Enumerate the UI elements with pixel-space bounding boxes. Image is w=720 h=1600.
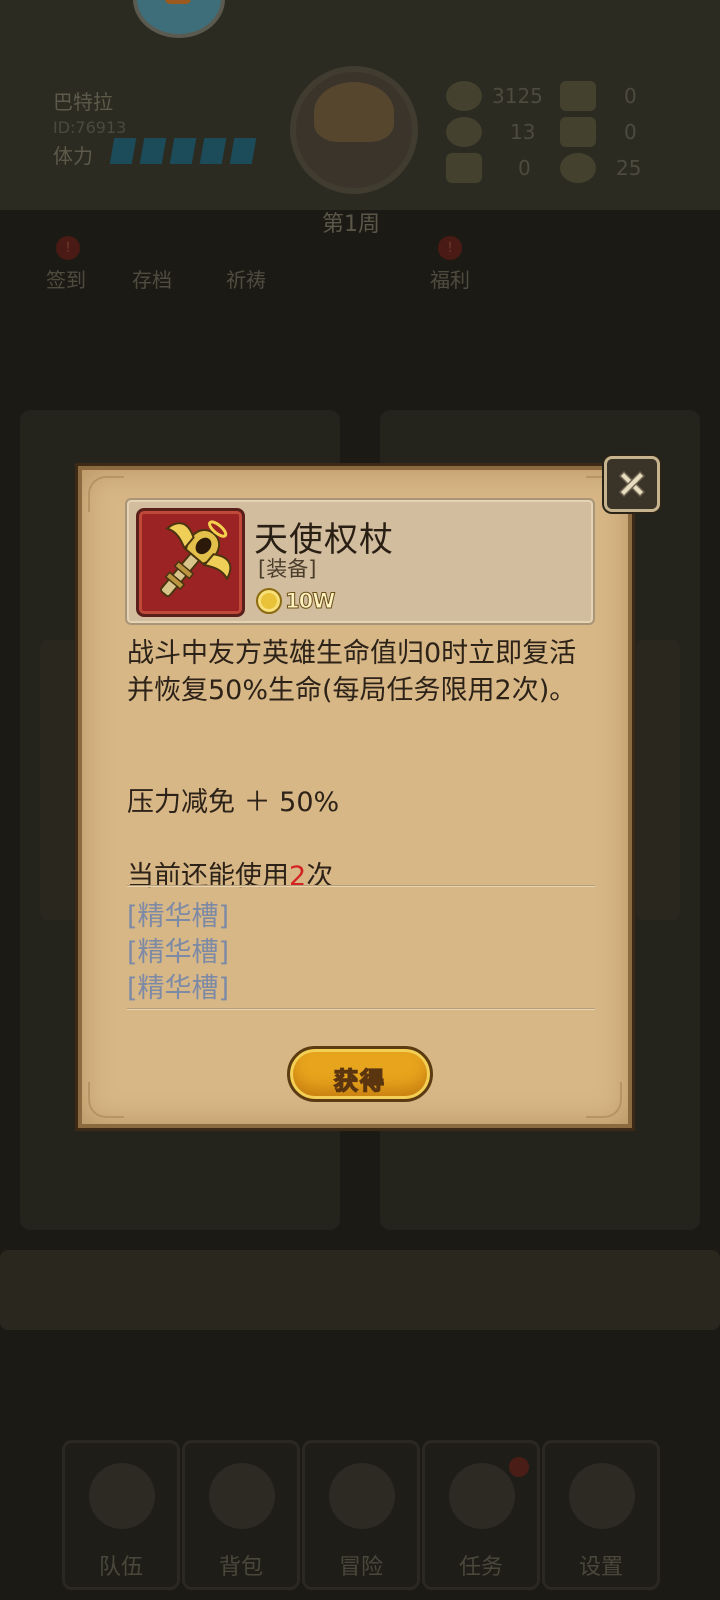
resource-value: 13: [510, 120, 536, 144]
item-type: [装备]: [258, 557, 317, 581]
ticket-icon: [446, 153, 482, 183]
stamina-pip: [229, 138, 257, 164]
resource-crystal: 25: [560, 152, 641, 184]
stamina-pip: [109, 138, 137, 164]
stamina-bar: [109, 138, 257, 164]
item-icon-frame: [136, 508, 245, 617]
item-stat: 压力减免 ＋ 50%: [127, 787, 340, 818]
resource-value: 3125: [492, 84, 543, 108]
gold-coin-icon: [446, 81, 482, 111]
obtain-button[interactable]: 获得: [287, 1046, 433, 1102]
scroll-icon: [560, 81, 596, 111]
menu-welfare[interactable]: 福利: [430, 264, 470, 293]
resource-gem: 13: [446, 116, 535, 148]
resource-gold: 3125: [446, 80, 543, 112]
notification-dot: [509, 1457, 529, 1477]
hero-hair: [314, 82, 394, 142]
stage-strip: [0, 1250, 720, 1330]
notification-badge: !: [438, 236, 462, 260]
close-button[interactable]: [604, 456, 660, 512]
resource-value: 0: [518, 156, 531, 180]
obtain-button-label: 获得: [333, 1066, 386, 1095]
remaining-uses: 当前还能使用2次: [127, 854, 333, 893]
stamina-pip: [199, 138, 227, 164]
divider: [127, 1008, 595, 1010]
resource-value: 25: [616, 156, 642, 180]
corner-ornament: [586, 1082, 622, 1118]
gold-coin-icon: [256, 588, 282, 614]
resource-value: 0: [624, 120, 637, 144]
gem-icon: [446, 117, 482, 147]
card-icon: [560, 117, 596, 147]
resource-value: 0: [624, 84, 637, 108]
essence-slot[interactable]: [精华槽]: [127, 894, 229, 933]
player-id: ID:76913: [53, 118, 127, 137]
essence-slot[interactable]: [精华槽]: [127, 930, 229, 969]
quest-icon: [449, 1463, 515, 1529]
nav-label: 冒险: [338, 1555, 383, 1580]
nav-adventure[interactable]: 冒险: [302, 1440, 420, 1590]
feature-menu: ! 签到 存档 祈祷 ! 福利: [0, 230, 720, 300]
resource-card: 0: [560, 116, 637, 148]
hero-portrait[interactable]: [290, 66, 418, 194]
item-price: 10W: [256, 586, 336, 616]
scroll-tab-right: [636, 640, 680, 920]
nav-label: 队伍: [98, 1555, 143, 1580]
nav-bag[interactable]: 背包: [182, 1440, 300, 1590]
divider: [127, 885, 595, 887]
uses-prefix: 当前还能使用: [127, 861, 289, 892]
menu-sign-in[interactable]: 签到: [46, 264, 86, 293]
player-name: 巴特拉: [53, 90, 113, 114]
uses-count: 2: [289, 861, 307, 892]
gear-icon: [569, 1463, 635, 1529]
essence-slot[interactable]: [精华槽]: [127, 966, 229, 1005]
stamina-pip: [139, 138, 167, 164]
menu-save[interactable]: 存档: [132, 264, 172, 293]
screen: 巴特拉 ID:76913 体力 第1周 3125 0 13 0 0 25 ! 签…: [0, 0, 720, 1600]
corner-ornament: [88, 476, 124, 512]
crossed-swords-icon: [329, 1463, 395, 1529]
stamina-label: 体力: [53, 144, 93, 168]
price-value: 10W: [284, 589, 335, 614]
pet-beak-icon: [165, 0, 191, 4]
nav-label: 背包: [218, 1555, 263, 1580]
bag-icon: [209, 1463, 275, 1529]
stamina-pip: [169, 138, 197, 164]
team-icon: [89, 1463, 155, 1529]
corner-ornament: [88, 1082, 124, 1118]
nav-settings[interactable]: 设置: [542, 1440, 660, 1590]
close-icon: [618, 470, 646, 498]
nav-team[interactable]: 队伍: [62, 1440, 180, 1590]
menu-pray[interactable]: 祈祷: [226, 264, 266, 293]
notification-badge: !: [56, 236, 80, 260]
bottom-navigation: 队伍 背包 冒险 任务 设置: [0, 1410, 720, 1600]
nav-quest[interactable]: 任务: [422, 1440, 540, 1590]
nav-label: 设置: [578, 1555, 623, 1580]
resource-scroll: 0: [560, 80, 637, 112]
crystal-icon: [560, 153, 596, 183]
resource-ticket: 0: [446, 152, 531, 184]
angel-scepter-icon: [160, 520, 232, 598]
uses-suffix: 次: [306, 861, 334, 892]
item-description: 战斗中友方英雄生命值归0时立即复活并恢复50%生命(每局任务限用2次)。: [127, 638, 577, 706]
nav-label: 任务: [458, 1555, 503, 1580]
